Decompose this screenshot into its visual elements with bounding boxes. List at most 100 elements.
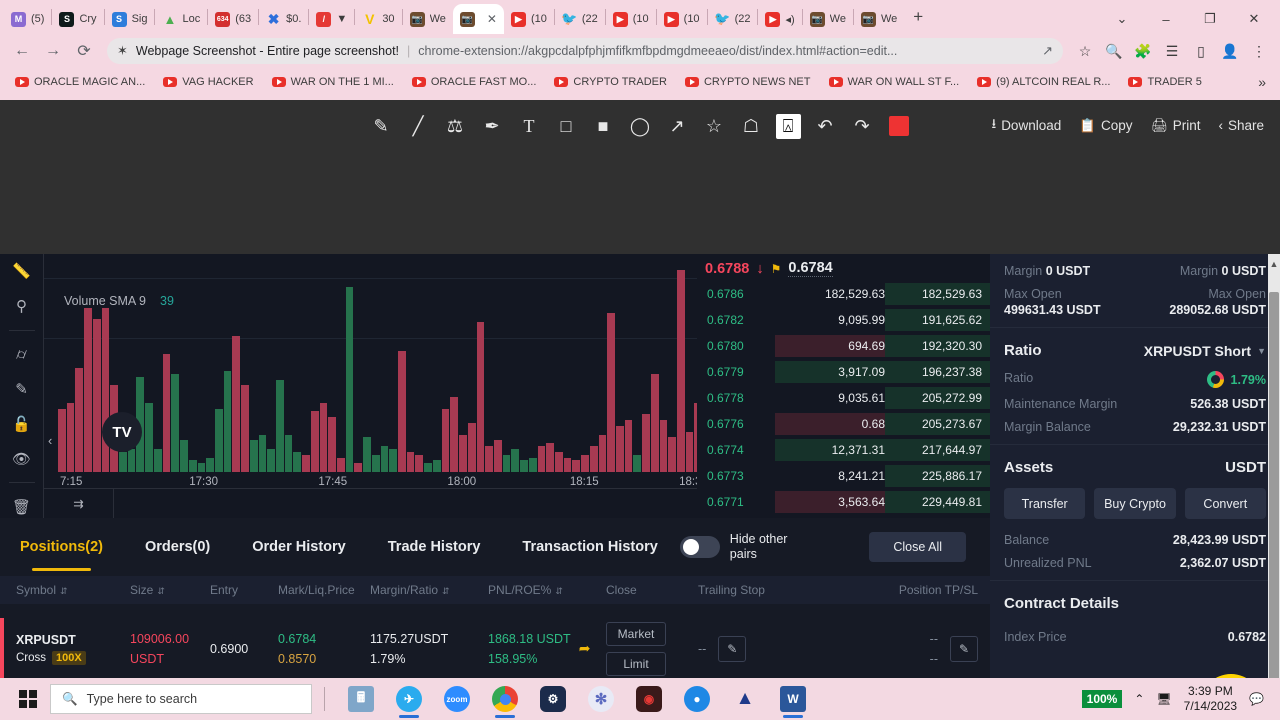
minimize-button[interactable]: – — [1144, 4, 1188, 34]
forward-button[interactable]: → — [39, 37, 67, 65]
order-book-row[interactable]: 0.6782 9,095.99 191,625.62 — [697, 307, 990, 333]
bookmark-item[interactable]: (9) ALTCOIN REAL R... — [968, 76, 1119, 88]
order-book-row[interactable]: 0.6771 3,563.64 229,449.81 — [697, 489, 990, 515]
bookmark-item[interactable]: VAG HACKER — [154, 76, 262, 88]
back-button[interactable]: ← — [8, 37, 36, 65]
sidebar-scrollbar[interactable]: ▲ ▼ — [1268, 254, 1280, 678]
star-icon[interactable]: ☆ — [702, 114, 727, 139]
telegram-icon[interactable]: ✈ — [385, 678, 433, 720]
bookmark-item[interactable]: CRYPTO TRADER — [545, 76, 676, 88]
column-margin-ratio[interactable]: Margin/Ratio ⇵ — [370, 583, 488, 597]
maximize-button[interactable]: ❐ — [1188, 4, 1232, 34]
browser-tab[interactable]: 📷 We — [403, 4, 453, 34]
collapse-icon[interactable]: ‹ — [48, 433, 52, 448]
pair-selector[interactable]: XRPUSDT Short ▼ — [1144, 343, 1266, 359]
order-book-row[interactable]: 0.6776 0.68 205,273.67 — [697, 411, 990, 437]
word-icon[interactable]: W — [769, 678, 817, 720]
reload-button[interactable]: ⟳ — [70, 37, 98, 65]
undo-icon[interactable]: ↶ — [813, 114, 838, 139]
column-pnl-roe[interactable]: PNL/ROE% ⇵ — [488, 583, 606, 597]
malwarebytes-icon[interactable]: ▲ — [721, 678, 769, 720]
new-tab-button[interactable]: + — [904, 7, 932, 27]
close-all-button[interactable]: Close All — [869, 532, 966, 562]
battery-indicator[interactable]: 100% — [1081, 690, 1123, 708]
close-market-button[interactable]: Market — [606, 621, 666, 646]
crop-icon[interactable]: ⍓ — [775, 113, 801, 139]
line-icon[interactable]: ╱ — [406, 114, 431, 139]
tab-positions[interactable]: Positions(2) — [20, 539, 103, 571]
order-book-row[interactable]: 0.6773 8,241.21 225,886.17 — [697, 463, 990, 489]
extension-icon[interactable]: 🔍 — [1101, 38, 1127, 64]
tab-order-history[interactable]: Order History — [252, 539, 345, 555]
chevron-up-icon[interactable]: ⌃ — [1134, 692, 1144, 706]
order-book-row[interactable]: 0.6779 3,917.09 196,237.38 — [697, 359, 990, 385]
browser-tab[interactable]: ▶ (10 — [504, 4, 554, 34]
print-button[interactable]: 🖨 Print — [1151, 118, 1201, 134]
scrollbar-thumb[interactable] — [1269, 292, 1279, 678]
highlighter-icon[interactable]: ✎ — [369, 114, 394, 139]
spray-icon[interactable]: ⚖ — [443, 114, 468, 139]
browser-tab[interactable]: ▶ (10 — [606, 4, 656, 34]
browser-tab[interactable]: 📷 We — [854, 4, 904, 34]
eye-icon[interactable]: 👁 — [9, 447, 35, 470]
color-swatch[interactable] — [887, 114, 912, 139]
home-icon[interactable]: ☖ — [739, 114, 764, 139]
target-icon[interactable]: ◉ — [625, 678, 673, 720]
browser-tab[interactable]: 🐦 (22 — [555, 4, 605, 34]
clock[interactable]: 3:39 PM 7/14/2023 — [1184, 684, 1237, 714]
start-button[interactable] — [6, 678, 50, 720]
location-icon[interactable]: ● — [673, 678, 721, 720]
browser-tab[interactable]: S Sig — [105, 4, 155, 34]
zoom-in-icon[interactable]: ⚲ — [9, 295, 35, 318]
trash-icon[interactable]: 🗑 — [9, 495, 35, 518]
address-bar[interactable]: ✶ Webpage Screenshot - Entire page scree… — [107, 38, 1063, 64]
order-book-row[interactable]: 0.6780 694.69 192,320.30 — [697, 333, 990, 359]
network-icon[interactable]: 🖥 — [1156, 692, 1171, 706]
puzzle-icon[interactable]: 🧩 — [1130, 38, 1156, 64]
pencil-lock-icon[interactable]: ✎ — [9, 378, 35, 401]
pen-icon[interactable]: ✒ — [480, 114, 505, 139]
browser-tab[interactable]: S Cry — [52, 4, 103, 34]
layout-icon[interactable]: ⇉ — [73, 496, 83, 511]
browser-tab[interactable]: 📷 We — [803, 4, 853, 34]
share-icon[interactable]: ↗ — [1042, 43, 1053, 59]
bookmark-item[interactable]: WAR ON THE 1 MI... — [263, 76, 403, 88]
circle-icon[interactable]: ◯ — [628, 114, 653, 139]
browser-tab[interactable]: ▶ ◂) — [758, 4, 801, 34]
share-button[interactable]: ‹ Share — [1218, 118, 1264, 133]
browser-tab[interactable]: 634 (63 — [208, 4, 258, 34]
column-symbol[interactable]: Symbol ⇵ — [0, 583, 130, 597]
search-input[interactable]: 🔍 Type here to search — [50, 684, 312, 714]
edit-icon[interactable]: ✎ — [718, 635, 747, 662]
tab-orders[interactable]: Orders(0) — [145, 539, 210, 555]
browser-tab[interactable]: / ▼ — [309, 4, 354, 34]
lock-icon[interactable]: 🔓 — [9, 412, 35, 435]
close-window-button[interactable]: ✕ — [1232, 4, 1276, 34]
text-icon[interactable]: T — [517, 114, 542, 139]
browser-tab[interactable]: ▶ (10 — [657, 4, 707, 34]
zoom-icon[interactable]: zoom — [433, 678, 481, 720]
hide-other-pairs-toggle[interactable] — [679, 536, 720, 558]
share-icon[interactable]: ➦ — [579, 640, 591, 657]
browser-tab[interactable]: ✖ $0. — [259, 4, 308, 34]
browser-tab[interactable]: ▲ Loc — [155, 4, 207, 34]
edit-icon[interactable]: ✎ — [950, 635, 978, 662]
copy-button[interactable]: 📋 Copy — [1079, 118, 1132, 134]
redo-icon[interactable]: ↷ — [850, 114, 875, 139]
chrome-icon[interactable] — [481, 678, 529, 720]
order-book-row[interactable]: 0.6774 12,371.31 217,644.97 — [697, 437, 990, 463]
browser-tab-active[interactable]: 📷 ✕ — [452, 4, 504, 34]
bookmark-item[interactable]: WAR ON WALL ST F... — [820, 76, 969, 88]
ruler-icon[interactable]: 📏 — [9, 260, 35, 283]
bookmark-item[interactable]: CRYPTO NEWS NET — [676, 76, 820, 88]
settings-icon[interactable]: ✻ — [577, 678, 625, 720]
bookmarks-overflow-button[interactable]: » — [1250, 74, 1274, 90]
scroll-up-icon[interactable]: ▲ — [1269, 256, 1279, 272]
browser-tab[interactable]: M (5) — [4, 4, 51, 34]
tab-transaction-history[interactable]: Transaction History — [522, 539, 657, 555]
magnet-icon[interactable]: ⌭ — [9, 343, 35, 366]
close-icon[interactable]: ✕ — [487, 12, 497, 26]
rect-outline-icon[interactable]: □ — [554, 114, 579, 139]
tab-trade-history[interactable]: Trade History — [388, 539, 481, 555]
table-row[interactable]: XRPUSDT Cross 100X 109006.00 USDT 0.6900 0.678… — [0, 604, 990, 678]
